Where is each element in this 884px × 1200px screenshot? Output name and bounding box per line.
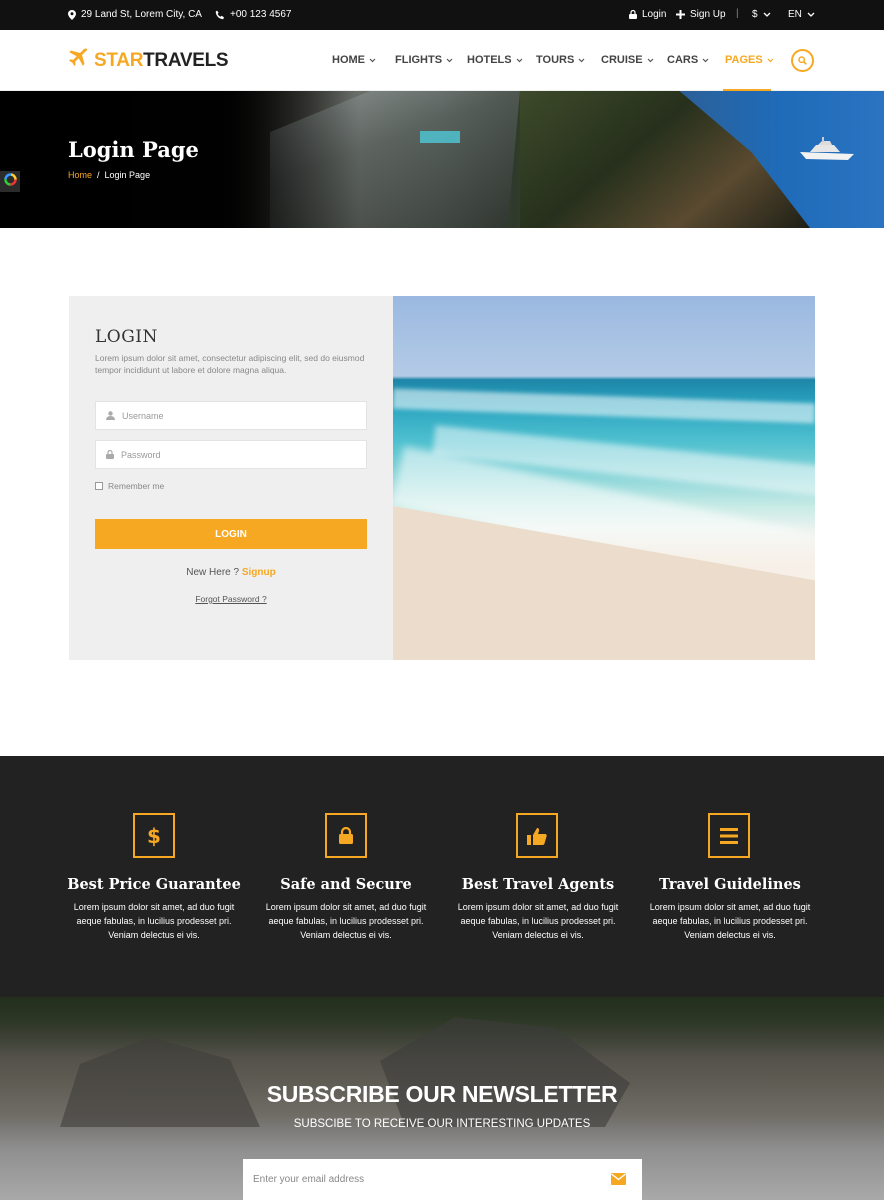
nav-item-pages[interactable]: PAGES xyxy=(725,54,774,66)
feature-text: Lorem ipsum dolor sit amet, ad duo fugit… xyxy=(265,902,427,940)
search-icon xyxy=(798,52,807,70)
hero-cliff-image xyxy=(520,91,810,228)
nav-item-cruise[interactable]: CRUISE xyxy=(601,54,654,66)
nav-item-label: CRUISE xyxy=(601,54,643,66)
dollar-icon: $ xyxy=(133,813,175,858)
feature-title: Travel Guidelines xyxy=(659,876,801,893)
brand-name-travels: TRAVELS xyxy=(143,50,229,71)
login-link-label: Login xyxy=(642,9,667,20)
page-hero: Login Page Home / Login Page xyxy=(0,91,884,228)
username-field[interactable] xyxy=(95,401,367,430)
nav-item-tours[interactable]: TOURS xyxy=(536,54,585,66)
nav-item-label: HOTELS xyxy=(467,54,512,66)
lock-icon xyxy=(629,10,637,19)
nav-item-label: FLIGHTS xyxy=(395,54,443,66)
signup-link-label: Sign Up xyxy=(690,9,726,20)
login-description: Lorem ipsum dolor sit amet, consectetur … xyxy=(95,353,365,375)
chevron-down-icon xyxy=(647,54,654,66)
brand-name-star: STAR xyxy=(94,50,144,71)
newsletter-form xyxy=(243,1159,642,1200)
thumbs-up-icon xyxy=(516,813,558,858)
new-here-text: New Here ? xyxy=(186,567,240,578)
forgot-password-link[interactable]: Forgot Password ? xyxy=(69,594,393,604)
nav-item-label: PAGES xyxy=(725,54,763,66)
newsletter-email-input[interactable] xyxy=(253,1174,583,1185)
breadcrumb: Home / Login Page xyxy=(68,170,150,180)
chevron-down-icon xyxy=(763,12,771,17)
username-input[interactable] xyxy=(122,410,352,421)
password-field[interactable] xyxy=(95,440,367,469)
nav-item-hotels[interactable]: HOTELS xyxy=(467,54,523,66)
login-link[interactable]: Login xyxy=(629,9,666,20)
feature-text: Lorem ipsum dolor sit amet, ad duo fugit… xyxy=(649,902,811,940)
chevron-down-icon xyxy=(578,54,585,66)
nav-item-label: HOME xyxy=(332,54,365,66)
style-switcher-button[interactable] xyxy=(0,171,20,192)
main-header: STARTRAVELS HOME FLIGHTS HOTELS TOURS CR… xyxy=(0,30,884,92)
chevron-down-icon xyxy=(807,12,815,17)
signup-prompt: New Here ? Signup xyxy=(69,567,393,578)
search-button[interactable] xyxy=(791,49,814,72)
chevron-down-icon xyxy=(446,54,453,66)
checkbox-box[interactable] xyxy=(95,482,103,490)
nav-item-home[interactable]: HOME xyxy=(332,54,376,66)
lock-icon xyxy=(106,446,114,464)
newsletter-section: SUBSCRIBE OUR NEWSLETTER SUBSCIBE TO REC… xyxy=(0,997,884,1200)
newsletter-subtitle: SUBSCIBE TO RECEIVE OUR INTERESTING UPDA… xyxy=(293,1118,591,1130)
chevron-down-icon xyxy=(516,54,523,66)
plus-icon xyxy=(676,10,685,19)
brand-logo[interactable]: STARTRAVELS xyxy=(68,48,229,74)
nav-item-label: TOURS xyxy=(536,54,575,66)
language-dropdown[interactable]: EN xyxy=(788,9,815,20)
login-button[interactable]: LOGIN xyxy=(95,519,367,549)
hero-pool-image xyxy=(420,131,460,143)
phone-text: +00 123 4567 xyxy=(230,9,292,20)
feature-title: Best Travel Agents xyxy=(461,876,615,893)
currency-label: $ xyxy=(752,9,758,20)
breadcrumb-current: Login Page xyxy=(104,170,151,180)
phone-icon xyxy=(215,10,225,20)
remember-me-label: Remember me xyxy=(108,481,165,491)
nav-item-label: CARS xyxy=(667,54,699,66)
nav-item-cars[interactable]: CARS xyxy=(667,54,709,66)
feature-text: Lorem ipsum dolor sit amet, ad duo fugit… xyxy=(73,902,235,940)
nav-item-flights[interactable]: FLIGHTS xyxy=(395,54,453,66)
list-icon xyxy=(708,813,750,858)
airplane-icon xyxy=(68,48,88,74)
top-bar: 29 Land St, Lorem City, CA +00 123 4567 … xyxy=(0,0,884,30)
language-label: EN xyxy=(788,9,802,20)
address-text: 29 Land St, Lorem City, CA xyxy=(81,9,202,20)
address-info: 29 Land St, Lorem City, CA xyxy=(68,9,202,20)
topbar-divider: | xyxy=(736,8,739,19)
breadcrumb-separator: / xyxy=(97,170,100,180)
lock-icon xyxy=(325,813,367,858)
phone-info: +00 123 4567 xyxy=(215,9,291,20)
feature-title: Safe and Secure xyxy=(280,876,412,893)
chevron-down-icon xyxy=(369,54,376,66)
feature-title: Best Price Guarantee xyxy=(67,876,241,893)
feature-text: Lorem ipsum dolor sit amet, ad duo fugit… xyxy=(457,902,619,940)
login-heading: LOGIN xyxy=(95,327,158,347)
envelope-icon[interactable] xyxy=(611,1172,626,1190)
features-section: $ Best Price Guarantee Lorem ipsum dolor… xyxy=(0,756,884,997)
remember-me-checkbox[interactable]: Remember me xyxy=(95,481,164,491)
page-title: Login Page xyxy=(68,137,199,162)
map-pin-icon xyxy=(68,9,76,20)
login-form-panel: LOGIN Lorem ipsum dolor sit amet, consec… xyxy=(69,296,393,660)
yacht-image xyxy=(798,136,856,167)
breadcrumb-home[interactable]: Home xyxy=(68,170,92,180)
password-input[interactable] xyxy=(121,449,351,460)
newsletter-title: SUBSCRIBE OUR NEWSLETTER xyxy=(266,1081,618,1107)
signup-link[interactable]: Sign Up xyxy=(676,9,726,20)
color-wheel-icon xyxy=(3,172,17,191)
chevron-down-icon xyxy=(767,54,774,66)
user-icon xyxy=(106,407,115,425)
chevron-down-icon xyxy=(702,54,709,66)
svg-text:$: $ xyxy=(147,825,161,847)
beach-image xyxy=(393,296,815,660)
currency-dropdown[interactable]: $ xyxy=(752,9,771,20)
signup-link-inline[interactable]: Signup xyxy=(242,567,276,578)
